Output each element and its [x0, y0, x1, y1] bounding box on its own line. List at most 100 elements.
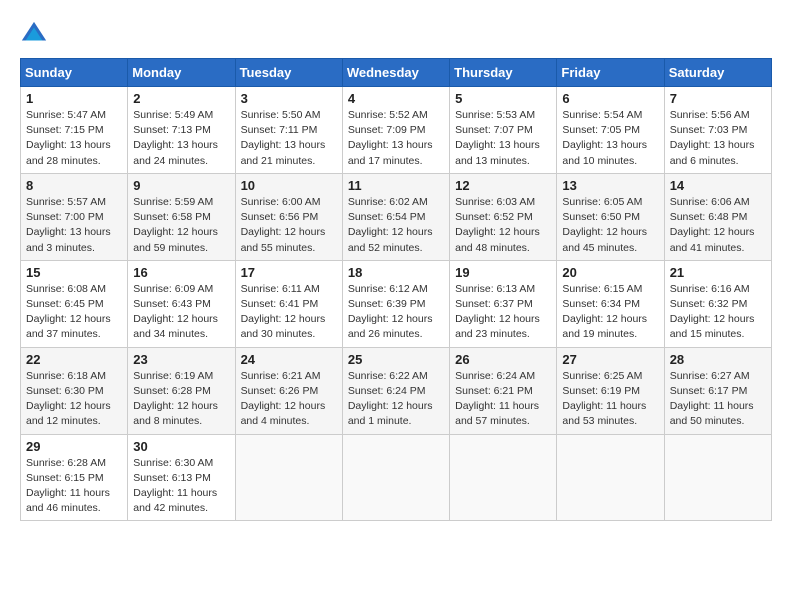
calendar-day-cell: 15 Sunrise: 6:08 AM Sunset: 6:45 PM Dayli… — [21, 260, 128, 347]
day-info: Sunrise: 6:12 AM Sunset: 6:39 PM Dayligh… — [348, 282, 444, 343]
calendar-day-cell: 22 Sunrise: 6:18 AM Sunset: 6:30 PM Dayli… — [21, 347, 128, 434]
day-number: 9 — [133, 178, 229, 193]
calendar-day-cell: 8 Sunrise: 5:57 AM Sunset: 7:00 PM Daylig… — [21, 173, 128, 260]
day-info: Sunrise: 5:56 AM Sunset: 7:03 PM Dayligh… — [670, 108, 766, 169]
day-info: Sunrise: 5:54 AM Sunset: 7:05 PM Dayligh… — [562, 108, 658, 169]
logo-icon — [20, 20, 48, 48]
calendar-day-cell: 23 Sunrise: 6:19 AM Sunset: 6:28 PM Dayli… — [128, 347, 235, 434]
calendar-day-cell: 29 Sunrise: 6:28 AM Sunset: 6:15 PM Dayli… — [21, 434, 128, 521]
weekday-header-tuesday: Tuesday — [235, 59, 342, 87]
calendar-day-cell: 5 Sunrise: 5:53 AM Sunset: 7:07 PM Daylig… — [450, 87, 557, 174]
day-number: 1 — [26, 91, 122, 106]
calendar-day-cell — [450, 434, 557, 521]
day-number: 11 — [348, 178, 444, 193]
day-number: 22 — [26, 352, 122, 367]
calendar-day-cell: 1Sunrise: 5:47 AM Sunset: 7:15 PM Daylig… — [21, 87, 128, 174]
day-number: 19 — [455, 265, 551, 280]
calendar-day-cell — [664, 434, 771, 521]
day-info: Sunrise: 6:18 AM Sunset: 6:30 PM Dayligh… — [26, 369, 122, 430]
day-number: 17 — [241, 265, 337, 280]
calendar-day-cell: 2Sunrise: 5:49 AM Sunset: 7:13 PM Daylig… — [128, 87, 235, 174]
calendar-day-cell: 19 Sunrise: 6:13 AM Sunset: 6:37 PM Dayli… — [450, 260, 557, 347]
calendar-day-cell: 28 Sunrise: 6:27 AM Sunset: 6:17 PM Dayli… — [664, 347, 771, 434]
day-info: Sunrise: 6:25 AM Sunset: 6:19 PM Dayligh… — [562, 369, 658, 430]
calendar-week-row: 29 Sunrise: 6:28 AM Sunset: 6:15 PM Dayli… — [21, 434, 772, 521]
day-number: 14 — [670, 178, 766, 193]
day-number: 24 — [241, 352, 337, 367]
weekday-header-saturday: Saturday — [664, 59, 771, 87]
weekday-header-friday: Friday — [557, 59, 664, 87]
calendar-day-cell: 6 Sunrise: 5:54 AM Sunset: 7:05 PM Daylig… — [557, 87, 664, 174]
day-info: Sunrise: 6:11 AM Sunset: 6:41 PM Dayligh… — [241, 282, 337, 343]
calendar-day-cell: 11 Sunrise: 6:02 AM Sunset: 6:54 PM Dayli… — [342, 173, 449, 260]
day-info: Sunrise: 6:06 AM Sunset: 6:48 PM Dayligh… — [670, 195, 766, 256]
calendar-day-cell: 13 Sunrise: 6:05 AM Sunset: 6:50 PM Dayli… — [557, 173, 664, 260]
day-number: 28 — [670, 352, 766, 367]
day-number: 5 — [455, 91, 551, 106]
day-number: 15 — [26, 265, 122, 280]
calendar-day-cell: 20Sunrise: 6:15 AM Sunset: 6:34 PM Dayli… — [557, 260, 664, 347]
weekday-header-thursday: Thursday — [450, 59, 557, 87]
calendar-day-cell: 30 Sunrise: 6:30 AM Sunset: 6:13 PM Dayli… — [128, 434, 235, 521]
day-info: Sunrise: 6:02 AM Sunset: 6:54 PM Dayligh… — [348, 195, 444, 256]
day-number: 25 — [348, 352, 444, 367]
day-number: 23 — [133, 352, 229, 367]
day-info: Sunrise: 5:52 AM Sunset: 7:09 PM Dayligh… — [348, 108, 444, 169]
day-info: Sunrise: 6:00 AM Sunset: 6:56 PM Dayligh… — [241, 195, 337, 256]
logo — [20, 20, 52, 48]
calendar-day-cell: 7 Sunrise: 5:56 AM Sunset: 7:03 PM Daylig… — [664, 87, 771, 174]
calendar-week-row: 15 Sunrise: 6:08 AM Sunset: 6:45 PM Dayli… — [21, 260, 772, 347]
calendar-day-cell: 17 Sunrise: 6:11 AM Sunset: 6:41 PM Dayli… — [235, 260, 342, 347]
day-info: Sunrise: 6:16 AM Sunset: 6:32 PM Dayligh… — [670, 282, 766, 343]
calendar-week-row: 22 Sunrise: 6:18 AM Sunset: 6:30 PM Dayli… — [21, 347, 772, 434]
calendar-day-cell: 26 Sunrise: 6:24 AM Sunset: 6:21 PM Dayli… — [450, 347, 557, 434]
day-number: 26 — [455, 352, 551, 367]
calendar-day-cell: 10Sunrise: 6:00 AM Sunset: 6:56 PM Dayli… — [235, 173, 342, 260]
day-number: 29 — [26, 439, 122, 454]
calendar-day-cell — [557, 434, 664, 521]
day-info: Sunrise: 6:09 AM Sunset: 6:43 PM Dayligh… — [133, 282, 229, 343]
calendar-day-cell — [235, 434, 342, 521]
day-info: Sunrise: 6:27 AM Sunset: 6:17 PM Dayligh… — [670, 369, 766, 430]
day-info: Sunrise: 6:28 AM Sunset: 6:15 PM Dayligh… — [26, 456, 122, 517]
day-number: 27 — [562, 352, 658, 367]
weekday-header-monday: Monday — [128, 59, 235, 87]
day-info: Sunrise: 6:08 AM Sunset: 6:45 PM Dayligh… — [26, 282, 122, 343]
day-number: 4 — [348, 91, 444, 106]
day-info: Sunrise: 6:13 AM Sunset: 6:37 PM Dayligh… — [455, 282, 551, 343]
page-header — [20, 20, 772, 48]
day-info: Sunrise: 6:05 AM Sunset: 6:50 PM Dayligh… — [562, 195, 658, 256]
day-info: Sunrise: 5:59 AM Sunset: 6:58 PM Dayligh… — [133, 195, 229, 256]
calendar-day-cell — [342, 434, 449, 521]
day-info: Sunrise: 6:19 AM Sunset: 6:28 PM Dayligh… — [133, 369, 229, 430]
calendar-day-cell: 27 Sunrise: 6:25 AM Sunset: 6:19 PM Dayli… — [557, 347, 664, 434]
day-number: 2 — [133, 91, 229, 106]
calendar-day-cell: 12Sunrise: 6:03 AM Sunset: 6:52 PM Dayli… — [450, 173, 557, 260]
calendar-day-cell: 21 Sunrise: 6:16 AM Sunset: 6:32 PM Dayli… — [664, 260, 771, 347]
day-info: Sunrise: 6:21 AM Sunset: 6:26 PM Dayligh… — [241, 369, 337, 430]
day-number: 8 — [26, 178, 122, 193]
calendar-table: SundayMondayTuesdayWednesdayThursdayFrid… — [20, 58, 772, 521]
calendar-week-row: 8 Sunrise: 5:57 AM Sunset: 7:00 PM Daylig… — [21, 173, 772, 260]
calendar-week-row: 1Sunrise: 5:47 AM Sunset: 7:15 PM Daylig… — [21, 87, 772, 174]
day-number: 16 — [133, 265, 229, 280]
day-number: 21 — [670, 265, 766, 280]
calendar-day-cell: 14 Sunrise: 6:06 AM Sunset: 6:48 PM Dayli… — [664, 173, 771, 260]
day-info: Sunrise: 6:24 AM Sunset: 6:21 PM Dayligh… — [455, 369, 551, 430]
weekday-header-row: SundayMondayTuesdayWednesdayThursdayFrid… — [21, 59, 772, 87]
day-info: Sunrise: 6:30 AM Sunset: 6:13 PM Dayligh… — [133, 456, 229, 517]
day-number: 30 — [133, 439, 229, 454]
calendar-day-cell: 16 Sunrise: 6:09 AM Sunset: 6:43 PM Dayli… — [128, 260, 235, 347]
day-number: 6 — [562, 91, 658, 106]
day-info: Sunrise: 5:57 AM Sunset: 7:00 PM Dayligh… — [26, 195, 122, 256]
day-info: Sunrise: 5:50 AM Sunset: 7:11 PM Dayligh… — [241, 108, 337, 169]
calendar-day-cell: 18Sunrise: 6:12 AM Sunset: 6:39 PM Dayli… — [342, 260, 449, 347]
day-info: Sunrise: 6:22 AM Sunset: 6:24 PM Dayligh… — [348, 369, 444, 430]
calendar-day-cell: 9 Sunrise: 5:59 AM Sunset: 6:58 PM Daylig… — [128, 173, 235, 260]
day-number: 7 — [670, 91, 766, 106]
day-info: Sunrise: 6:15 AM Sunset: 6:34 PM Dayligh… — [562, 282, 658, 343]
calendar-day-cell: 24 Sunrise: 6:21 AM Sunset: 6:26 PM Dayli… — [235, 347, 342, 434]
day-number: 13 — [562, 178, 658, 193]
weekday-header-sunday: Sunday — [21, 59, 128, 87]
day-info: Sunrise: 5:53 AM Sunset: 7:07 PM Dayligh… — [455, 108, 551, 169]
